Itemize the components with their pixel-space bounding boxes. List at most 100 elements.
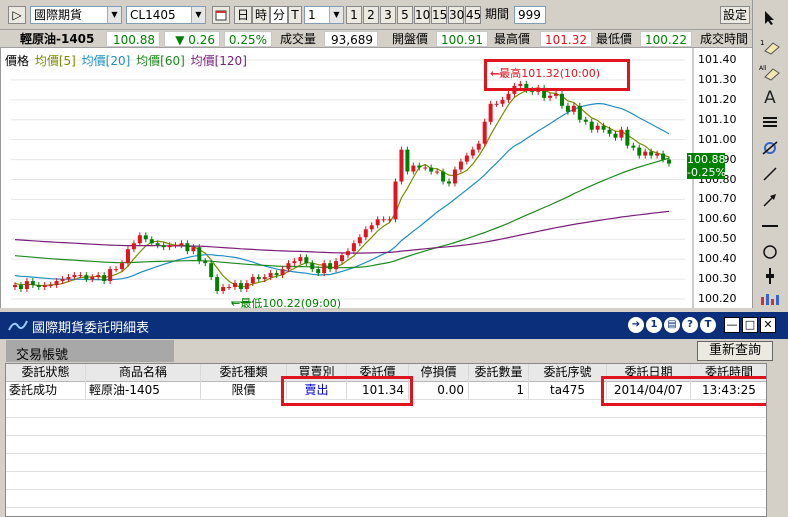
period-count-input[interactable]: 999 (514, 6, 546, 24)
candle (661, 153, 666, 160)
eraser-all-button[interactable]: All (756, 60, 784, 84)
table-row-empty (6, 472, 766, 490)
interval-10-button[interactable]: 10 (414, 6, 430, 24)
cell-product: 輕原油-1405 (86, 382, 201, 400)
interval-15-button[interactable]: 15 (431, 6, 447, 24)
tab-trade-account[interactable]: 交易帳號 (6, 340, 174, 363)
y-tick-label: 101.20 (698, 92, 737, 106)
candle (411, 165, 416, 172)
chevron-down-icon: ▼ (191, 7, 205, 23)
nav-arrow-button[interactable]: ➔ (628, 317, 644, 333)
hlines-tool-button[interactable] (756, 110, 784, 134)
maximize-button[interactable]: □ (742, 317, 758, 333)
orders-window-title: 國際期貨委託明細表 (32, 321, 150, 336)
print-button[interactable]: ▤ (664, 317, 680, 333)
cell-seq: ta475 (529, 382, 607, 400)
period-value-select[interactable]: 1 ▼ (304, 6, 344, 24)
eraser-one-button[interactable]: 1 (756, 34, 784, 58)
fibonacci-icon (762, 141, 778, 155)
volume-label: 成交量 (280, 32, 317, 46)
market-select[interactable]: 國際期貨 ▼ (30, 6, 122, 24)
candle (470, 149, 475, 156)
col-seq-header[interactable]: 委託序號 (529, 364, 607, 382)
period-value: 1 (308, 8, 316, 22)
fibonacci-tool-button[interactable] (756, 136, 784, 160)
candle (149, 239, 154, 244)
quote-bar: 輕原油-1405 100.88 ▼ 0.26 0.25% 成交量 93,689 … (0, 30, 752, 48)
candle (304, 257, 309, 264)
arrow-tool-button[interactable] (756, 188, 784, 212)
last-price-change: -0.25% (687, 166, 726, 179)
vertical-marker-tool-button[interactable] (756, 264, 784, 288)
candle (583, 119, 588, 122)
candle (429, 167, 434, 172)
play-button[interactable]: ▷ (8, 6, 26, 24)
vertical-marker-icon (766, 268, 774, 284)
interval-1-button[interactable]: 1 (346, 6, 362, 24)
candle (375, 219, 380, 226)
interval-2-button[interactable]: 2 (363, 6, 379, 24)
candle (167, 245, 172, 248)
horizontal-line-tool-button[interactable] (756, 214, 784, 238)
col-product-header[interactable]: 商品名稱 (86, 364, 201, 382)
quote-last: 100.88 (106, 31, 160, 47)
candle (649, 151, 654, 156)
circle-t-button[interactable]: T (700, 317, 716, 333)
candle (351, 243, 356, 252)
y-tick-label: 101.40 (698, 53, 737, 66)
more-tools-button[interactable] (756, 286, 784, 310)
date-time-highlight (601, 376, 766, 406)
close-button[interactable]: ✕ (760, 317, 776, 333)
orders-table: 委託狀態 商品名稱 委託種類 買賣別 委託價 停損價 委託數量 委託序號 委託日… (5, 363, 767, 517)
cell-qty: 1 (469, 382, 529, 400)
candle (72, 275, 77, 278)
candle (84, 275, 89, 280)
interval-3-button[interactable]: 3 (380, 6, 396, 24)
circle-tool-button[interactable] (756, 240, 784, 264)
legend-price: 價格 (5, 54, 30, 68)
text-a-icon: A (764, 88, 776, 108)
price-chart[interactable]: 價格 均價[5] 均價[20] 均價[60] 均價[120] ←最高101.32… (0, 48, 752, 310)
candle (554, 93, 559, 96)
candle (387, 219, 392, 221)
y-tick-label: 100.70 (698, 192, 737, 206)
symbol-select[interactable]: CL1405 ▼ (126, 6, 206, 24)
text-tool-button[interactable]: A (756, 86, 784, 110)
col-qty-header[interactable]: 委託數量 (469, 364, 529, 382)
candle (54, 281, 59, 286)
calendar-button[interactable] (212, 6, 230, 24)
interval-45-button[interactable]: 45 (465, 6, 481, 24)
refresh-query-button[interactable]: 重新查詢 (697, 341, 773, 361)
candle (488, 103, 493, 122)
interval-30-button[interactable]: 30 (448, 6, 464, 24)
settings-button[interactable]: 設定 (720, 6, 750, 24)
cursor-tool-button[interactable] (756, 6, 784, 30)
period-minute-button[interactable]: 分 (270, 6, 288, 24)
candle (369, 225, 374, 230)
legend-ma120: 均價[120] (190, 54, 247, 68)
col-status-header[interactable]: 委託狀態 (6, 364, 86, 382)
period-tick-button[interactable]: T (288, 6, 302, 24)
orders-window-titlebar[interactable]: 國際期貨委託明細表 ➔ 1 ▤ ? T — □ ✕ (0, 312, 788, 339)
circle-1-button[interactable]: 1 (646, 317, 662, 333)
period-hour-button[interactable]: 時 (252, 6, 270, 24)
period-day-button[interactable]: 日 (234, 6, 252, 24)
candle (280, 269, 285, 276)
candle (601, 125, 606, 130)
col-type-header[interactable]: 委託種類 (201, 364, 287, 382)
candle (435, 171, 440, 173)
y-tick-label: 101.00 (698, 132, 737, 146)
candle (619, 129, 624, 138)
help-button[interactable]: ? (682, 317, 698, 333)
candle (447, 181, 452, 184)
minimize-button[interactable]: — (724, 317, 740, 333)
orders-scrollbar[interactable] (767, 363, 788, 517)
tab-trade-account-label: 交易帳號 (16, 348, 69, 363)
horizontal-line-icon (762, 225, 778, 227)
candle (506, 93, 511, 100)
candle (256, 277, 261, 280)
col-stop-header[interactable]: 停損價 (409, 364, 469, 382)
interval-5-button[interactable]: 5 (397, 6, 413, 24)
line-tool-button[interactable] (756, 162, 784, 186)
candle (417, 165, 422, 168)
